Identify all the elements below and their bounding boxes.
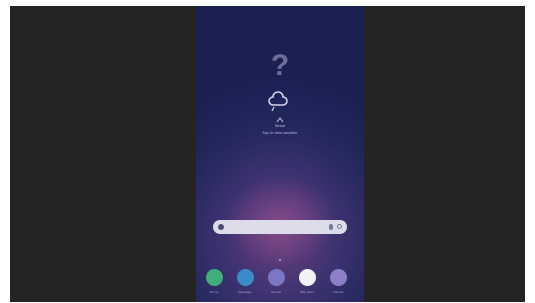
clock-glyph: ? <box>270 49 290 82</box>
dock-label-camera: Camera <box>332 290 344 294</box>
dock-app-messages[interactable]: Messages <box>234 269 256 294</box>
weather-location[interactable]: Seoul <box>246 123 314 128</box>
google-logo-icon <box>218 224 224 230</box>
microphone-icon[interactable] <box>329 224 333 230</box>
dock-app-play-store[interactable]: Play Store <box>296 269 318 294</box>
camera-icon <box>329 269 347 286</box>
dock-label-play-store: Play Store <box>300 290 314 294</box>
phone-icon <box>205 269 223 286</box>
dock-label-internet: Internet <box>270 290 282 294</box>
viewer-background: ? Seoul Tap to view weather Phone Messag… <box>10 6 525 302</box>
dock-app-internet[interactable]: Internet <box>265 269 287 294</box>
dock-label-messages: Messages <box>238 290 252 294</box>
internet-icon <box>267 269 285 286</box>
dock-label-phone: Phone <box>209 290 219 294</box>
phone-home-screen: ? Seoul Tap to view weather Phone Messag… <box>196 6 364 302</box>
play-store-icon <box>298 269 316 286</box>
messages-icon <box>236 269 254 286</box>
dock-app-camera[interactable]: Camera <box>327 269 349 294</box>
dock-app-phone[interactable]: Phone <box>203 269 225 294</box>
weather-cloud-icon[interactable] <box>264 90 292 112</box>
page-indicator <box>277 257 283 263</box>
lens-icon[interactable] <box>337 224 342 229</box>
google-search-bar[interactable] <box>213 220 347 234</box>
weather-detail[interactable]: Tap to view weather <box>241 130 319 135</box>
